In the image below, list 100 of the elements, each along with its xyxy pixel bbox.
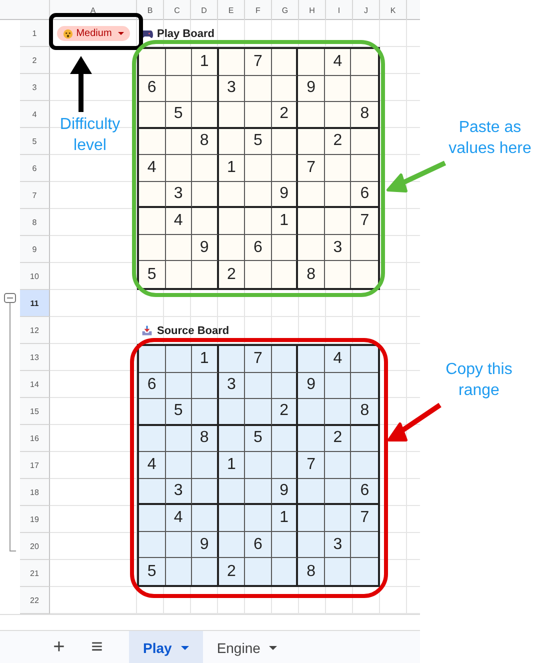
board-cell[interactable] bbox=[245, 155, 272, 182]
board-cell[interactable]: 7 bbox=[351, 208, 378, 235]
row-header[interactable]: 5 bbox=[20, 128, 50, 155]
board-cell[interactable] bbox=[245, 182, 272, 208]
board-cell[interactable]: 5 bbox=[166, 399, 192, 426]
row-header[interactable]: 17 bbox=[20, 452, 50, 479]
board-cell[interactable] bbox=[245, 372, 272, 400]
board-cell[interactable]: 2 bbox=[272, 102, 298, 129]
board-cell[interactable] bbox=[218, 234, 246, 262]
board-cell[interactable] bbox=[139, 532, 166, 558]
row-header[interactable]: 11 bbox=[20, 290, 50, 317]
board-cell[interactable]: 8 bbox=[298, 558, 325, 585]
board-cell[interactable]: 6 bbox=[139, 76, 166, 102]
board-cell[interactable] bbox=[324, 478, 352, 506]
row-header[interactable]: 4 bbox=[20, 101, 50, 128]
board-cell[interactable] bbox=[192, 372, 219, 400]
board-cell[interactable] bbox=[351, 452, 378, 479]
sheet-tab[interactable]: Engine bbox=[202, 631, 292, 663]
board-cell[interactable] bbox=[166, 49, 192, 76]
row-header[interactable]: 18 bbox=[20, 479, 50, 506]
board-cell[interactable] bbox=[351, 155, 378, 182]
board-cell[interactable]: 1 bbox=[272, 505, 298, 532]
board-cell[interactable] bbox=[298, 478, 325, 506]
column-header[interactable]: K bbox=[380, 0, 407, 20]
board-cell[interactable] bbox=[245, 76, 272, 102]
board-cell[interactable] bbox=[351, 261, 378, 288]
board-cell[interactable] bbox=[218, 478, 246, 506]
row-header[interactable]: 8 bbox=[20, 209, 50, 236]
row-header[interactable]: 10 bbox=[20, 263, 50, 290]
board-cell[interactable] bbox=[324, 372, 352, 400]
board-cell[interactable] bbox=[218, 102, 246, 129]
row-header[interactable]: 20 bbox=[20, 533, 50, 560]
board-cell[interactable] bbox=[245, 558, 272, 585]
board-cell[interactable]: 4 bbox=[324, 49, 352, 76]
board-cell[interactable] bbox=[139, 208, 166, 235]
board-cell[interactable] bbox=[218, 532, 246, 558]
board-cell[interactable] bbox=[272, 426, 298, 452]
board-cell[interactable] bbox=[298, 208, 325, 235]
board-cell[interactable] bbox=[166, 261, 192, 288]
board-cell[interactable] bbox=[192, 505, 219, 532]
board-cell[interactable] bbox=[218, 49, 246, 76]
board-cell[interactable]: 1 bbox=[192, 49, 219, 76]
board-cell[interactable] bbox=[272, 452, 298, 479]
board-cell[interactable]: 3 bbox=[324, 234, 352, 262]
board-cell[interactable]: 3 bbox=[166, 182, 192, 208]
board-cell[interactable]: 1 bbox=[218, 155, 246, 182]
board-cell[interactable] bbox=[192, 558, 219, 585]
board-cell[interactable] bbox=[192, 182, 219, 208]
board-cell[interactable] bbox=[139, 346, 166, 373]
board-cell[interactable] bbox=[166, 76, 192, 102]
board-cell[interactable]: 1 bbox=[192, 346, 219, 373]
board-cell[interactable] bbox=[245, 261, 272, 288]
board-cell[interactable] bbox=[272, 49, 298, 76]
row-header[interactable]: 16 bbox=[20, 425, 50, 452]
board-cell[interactable] bbox=[139, 182, 166, 208]
board-cell[interactable] bbox=[351, 532, 378, 558]
add-sheet-button[interactable]: + bbox=[40, 631, 78, 663]
board-cell[interactable] bbox=[192, 102, 219, 129]
row-group-icon[interactable] bbox=[3, 292, 17, 554]
board-cell[interactable] bbox=[324, 182, 352, 208]
board-cell[interactable] bbox=[192, 155, 219, 182]
board-cell[interactable] bbox=[272, 261, 298, 288]
board-cell[interactable]: 1 bbox=[272, 208, 298, 235]
board-cell[interactable] bbox=[272, 346, 298, 373]
board-cell[interactable] bbox=[218, 182, 246, 208]
board-cell[interactable] bbox=[298, 49, 325, 76]
board-cell[interactable]: 6 bbox=[139, 372, 166, 400]
board-cell[interactable]: 2 bbox=[324, 128, 352, 156]
board-cell[interactable]: 9 bbox=[272, 182, 298, 208]
row-header[interactable]: 14 bbox=[20, 371, 50, 398]
board-cell[interactable]: 8 bbox=[192, 426, 219, 452]
board-cell[interactable] bbox=[166, 372, 192, 400]
board-cell[interactable] bbox=[298, 399, 325, 426]
board-cell[interactable]: 5 bbox=[245, 426, 272, 452]
board-cell[interactable]: 3 bbox=[218, 76, 246, 102]
board-cell[interactable] bbox=[192, 452, 219, 479]
board-cell[interactable] bbox=[139, 399, 166, 426]
board-cell[interactable]: 5 bbox=[139, 261, 166, 288]
board-cell[interactable] bbox=[245, 102, 272, 129]
board-cell[interactable] bbox=[166, 128, 192, 156]
board-cell[interactable] bbox=[192, 208, 219, 235]
board-cell[interactable]: 8 bbox=[298, 261, 325, 288]
board-cell[interactable] bbox=[324, 399, 352, 426]
board-cell[interactable] bbox=[298, 182, 325, 208]
board-cell[interactable] bbox=[298, 234, 325, 262]
board-cell[interactable] bbox=[272, 155, 298, 182]
board-cell[interactable]: 5 bbox=[166, 102, 192, 129]
board-cell[interactable] bbox=[351, 234, 378, 262]
board-cell[interactable] bbox=[166, 426, 192, 452]
board-cell[interactable] bbox=[166, 346, 192, 373]
board-cell[interactable] bbox=[324, 558, 352, 585]
column-header[interactable]: C bbox=[164, 0, 191, 20]
column-header[interactable]: B bbox=[137, 0, 164, 20]
board-cell[interactable] bbox=[192, 261, 219, 288]
row-header[interactable]: 19 bbox=[20, 506, 50, 533]
board-cell[interactable] bbox=[324, 452, 352, 479]
board-cell[interactable] bbox=[324, 505, 352, 532]
board-cell[interactable] bbox=[351, 128, 378, 156]
board-cell[interactable] bbox=[218, 399, 246, 426]
board-cell[interactable] bbox=[139, 234, 166, 262]
